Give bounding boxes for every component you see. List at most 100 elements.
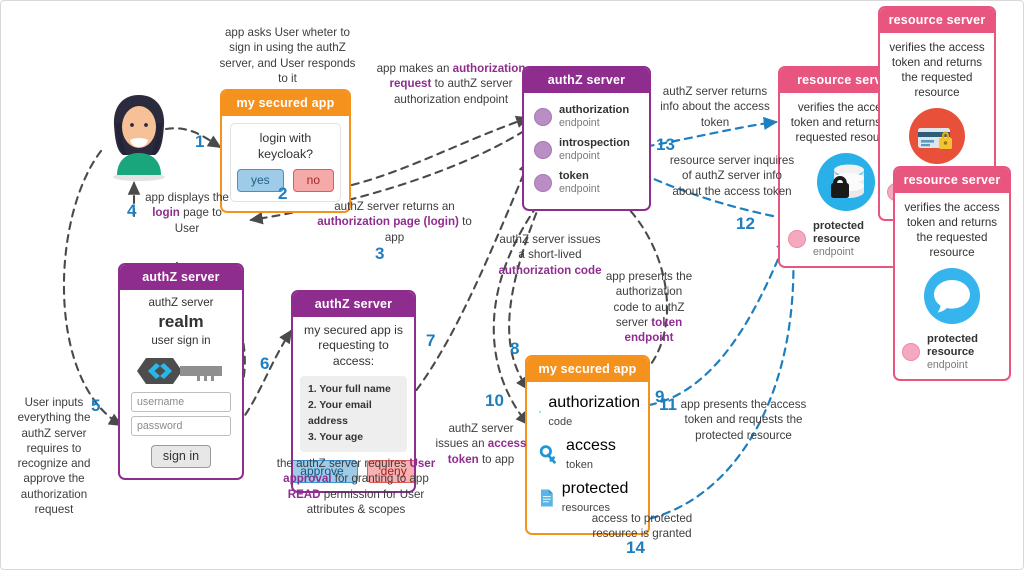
card-title: authZ server [120, 265, 242, 290]
step-number-2: 2 [278, 184, 288, 203]
key-icon [539, 410, 541, 414]
step-number-1: 1 [195, 132, 205, 151]
card-my-secured-app-bottom[interactable]: my secured app authorization code access… [525, 355, 650, 535]
annotation-3: authZ server returns an authorization pa… [317, 199, 472, 245]
realm-name: realm [158, 312, 204, 332]
document-icon [540, 489, 553, 507]
app-item-access-token: access token [539, 437, 640, 473]
endpoint-name: authorization [559, 104, 630, 116]
step-number-10: 10 [485, 391, 504, 410]
annotation-1: app asks User wheter to sign in using th… [219, 26, 356, 85]
step-number-8: 8 [510, 339, 520, 358]
annotation-2-pre: app makes an [376, 62, 453, 75]
annotation-14: access to protected resource is granted [591, 512, 693, 541]
consent-request-text: my secured app is requesting to access: [304, 323, 403, 368]
step-number-3: 3 [375, 244, 385, 263]
annotation-6-mid: for granting to app [331, 472, 429, 486]
endpoint-name: protected resource [927, 333, 978, 359]
endpoint-introspection[interactable]: introspection endpoint [534, 137, 641, 162]
resource-server-description: verifies the access token and returns th… [889, 41, 985, 100]
app-item-name: access [566, 437, 616, 454]
sign-in-button[interactable]: sign in [151, 445, 211, 469]
resource-server-description: verifies the access token and returns th… [904, 201, 1000, 260]
endpoint-sub: endpoint [559, 182, 600, 195]
annotation-8-bold: authorization code [498, 263, 602, 277]
endpoint-authorization[interactable]: authorization endpoint [534, 104, 641, 129]
annotation-5: User inputs everything the authZ server … [17, 396, 91, 517]
login-yes-button[interactable]: yes [236, 169, 284, 192]
endpoint-sub: endpoint [559, 149, 600, 162]
annotation-4-pre: app displays the [145, 191, 229, 204]
step-number-13: 13 [656, 135, 675, 154]
app-item-name: protected [561, 480, 629, 497]
realm-heading: authZ server realm user sign in [125, 296, 237, 348]
annotation-12: resource server inquires of authZ server… [669, 154, 795, 198]
credit-card-icon [887, 107, 987, 165]
endpoint-dot-icon [534, 173, 552, 192]
step-number-7: 7 [426, 331, 436, 350]
annotation-11: app presents the access token and reques… [680, 398, 807, 442]
endpoint-sub: endpoint [813, 245, 854, 258]
annotation-2: app makes an authorization request to au… [376, 61, 526, 107]
annotation-6: the authZ server requires User approval … [275, 456, 437, 517]
username-input[interactable]: username [131, 392, 231, 413]
realm-line2: user sign in [151, 333, 211, 347]
consent-scope-list: 1. Your full name 2. Your email address … [300, 375, 407, 453]
card-authz-realm-signin[interactable]: authZ server authZ server realm user sig… [118, 263, 244, 481]
step-number-11: 11 [659, 395, 677, 414]
protected-resource-endpoint[interactable]: protected resource endpoint [788, 220, 903, 258]
keycloak-logo-icon [125, 354, 237, 388]
endpoint-name: protected resource [813, 220, 864, 246]
diagram-canvas: my secured app login with keycloak? yes … [0, 0, 1024, 570]
annotation-9: app presents the authorization code to a… [602, 269, 696, 345]
endpoint-dot-icon [788, 230, 806, 249]
card-title: my secured app [222, 91, 349, 116]
annotation-6-bold2: READ [287, 487, 321, 501]
annotation-4-bold: login [152, 206, 180, 220]
annotation-3-pre: authZ server returns an [334, 200, 455, 213]
app-item-name: authorization [548, 394, 640, 411]
card-title: resource server [880, 8, 994, 33]
user-avatar [99, 89, 179, 184]
step-number-4: 4 [127, 201, 137, 220]
step-number-12: 12 [736, 214, 755, 233]
endpoint-name: introspection [559, 137, 630, 150]
endpoint-name: token [559, 170, 589, 183]
card-title: authZ server [293, 292, 414, 317]
endpoint-sub: endpoint [559, 116, 600, 129]
endpoint-dot-icon [534, 140, 552, 159]
chat-bubble-icon [902, 267, 1002, 325]
app-item-sub: token [566, 459, 593, 471]
scope-item: 1. Your full name [308, 383, 391, 395]
realm-line1: authZ server [148, 296, 214, 309]
step-number-6: 6 [260, 354, 270, 373]
annotation-4: app displays the login page to User [143, 190, 231, 236]
key-icon [539, 445, 556, 464]
step-number-5: 5 [91, 396, 101, 415]
annotation-4-post: page to User [174, 206, 222, 235]
scope-item: 2. Your email address [308, 399, 372, 427]
annotation-6-post: permission for User attributes & scopes [306, 487, 425, 516]
annotation-10-post: to app [478, 452, 515, 466]
annotation-13: authZ server returns info about the acce… [660, 85, 770, 129]
login-question: login with keycloak? [257, 131, 314, 161]
protected-resource-endpoint[interactable]: protected resource endpoint [902, 333, 1002, 371]
annotation-8-pre: authZ server issues a short-lived [499, 233, 601, 262]
card-title: authZ server [524, 68, 649, 93]
login-no-button[interactable]: no [292, 169, 335, 192]
annotation-10: authZ server issues an access token to a… [431, 421, 531, 467]
endpoint-token[interactable]: token endpoint [534, 170, 641, 195]
app-item-sub: code [548, 416, 573, 428]
app-item-authorization-code: authorization code [539, 394, 640, 430]
step-number-14: 14 [626, 538, 645, 557]
card-authz-server-endpoints[interactable]: authZ server authorization endpoint intr… [522, 66, 651, 212]
annotation-8: authZ server issues a short-lived author… [498, 232, 602, 278]
endpoint-dot-icon [902, 343, 920, 362]
password-input[interactable]: password [131, 416, 231, 437]
card-title: my secured app [527, 357, 648, 382]
scope-item: 3. Your age [308, 432, 364, 444]
endpoint-sub: endpoint [927, 359, 968, 371]
annotation-3-bold: authorization page (login) [317, 215, 459, 229]
endpoint-dot-icon [534, 107, 552, 126]
card-resource-server-chat[interactable]: resource server verifies the access toke… [893, 166, 1011, 382]
